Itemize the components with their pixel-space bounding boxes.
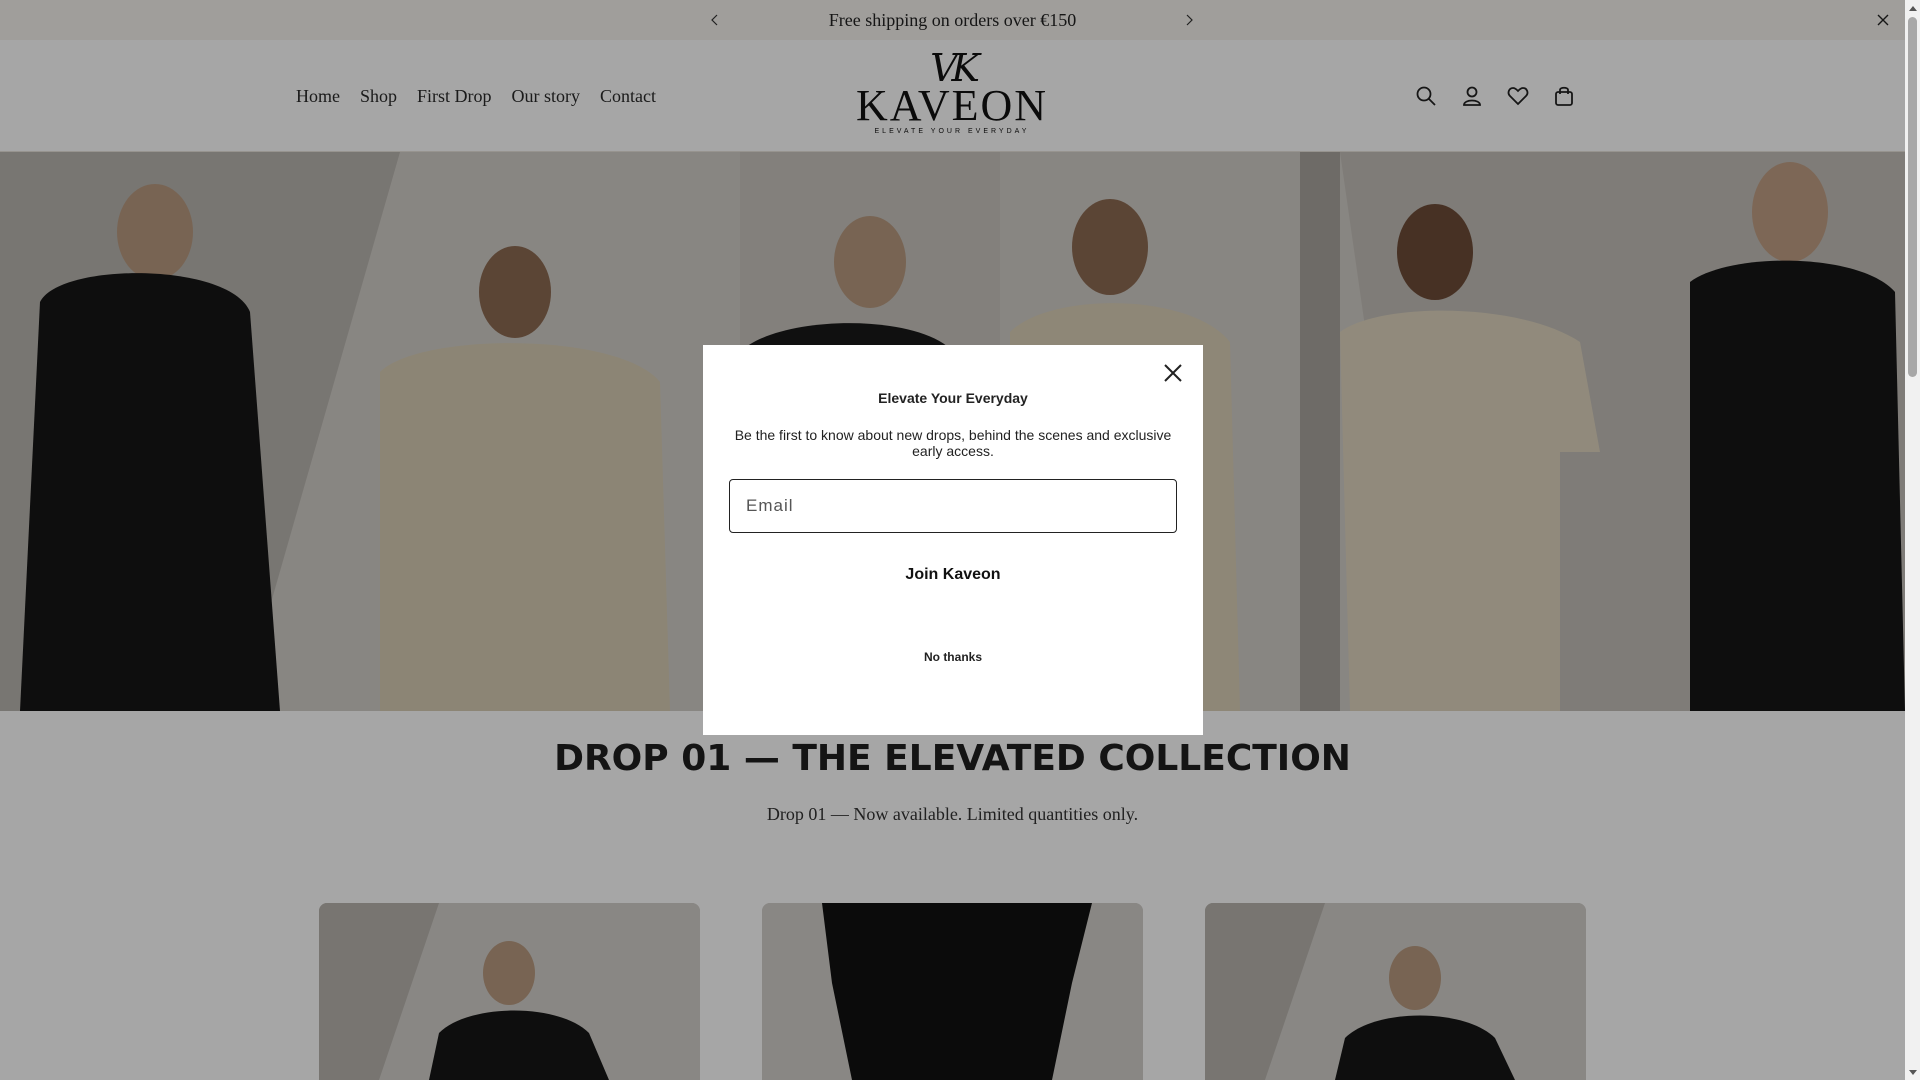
modal-description: Be the first to know about new drops, be… [734, 427, 1172, 459]
modal-heading: Elevate Your Everyday [878, 390, 1028, 406]
close-icon[interactable] [1157, 357, 1189, 389]
no-thanks-button[interactable]: No thanks [703, 650, 1203, 664]
scrollbar-thumb[interactable] [1908, 17, 1917, 377]
newsletter-modal: Elevate Your Everyday Be the first to kn… [703, 345, 1203, 735]
join-button[interactable]: Join Kaveon [729, 550, 1177, 600]
scrollbar[interactable] [1905, 0, 1920, 1080]
scroll-down-icon[interactable] [1905, 1065, 1920, 1080]
scroll-up-icon[interactable] [1905, 0, 1920, 15]
email-field[interactable] [729, 479, 1177, 533]
